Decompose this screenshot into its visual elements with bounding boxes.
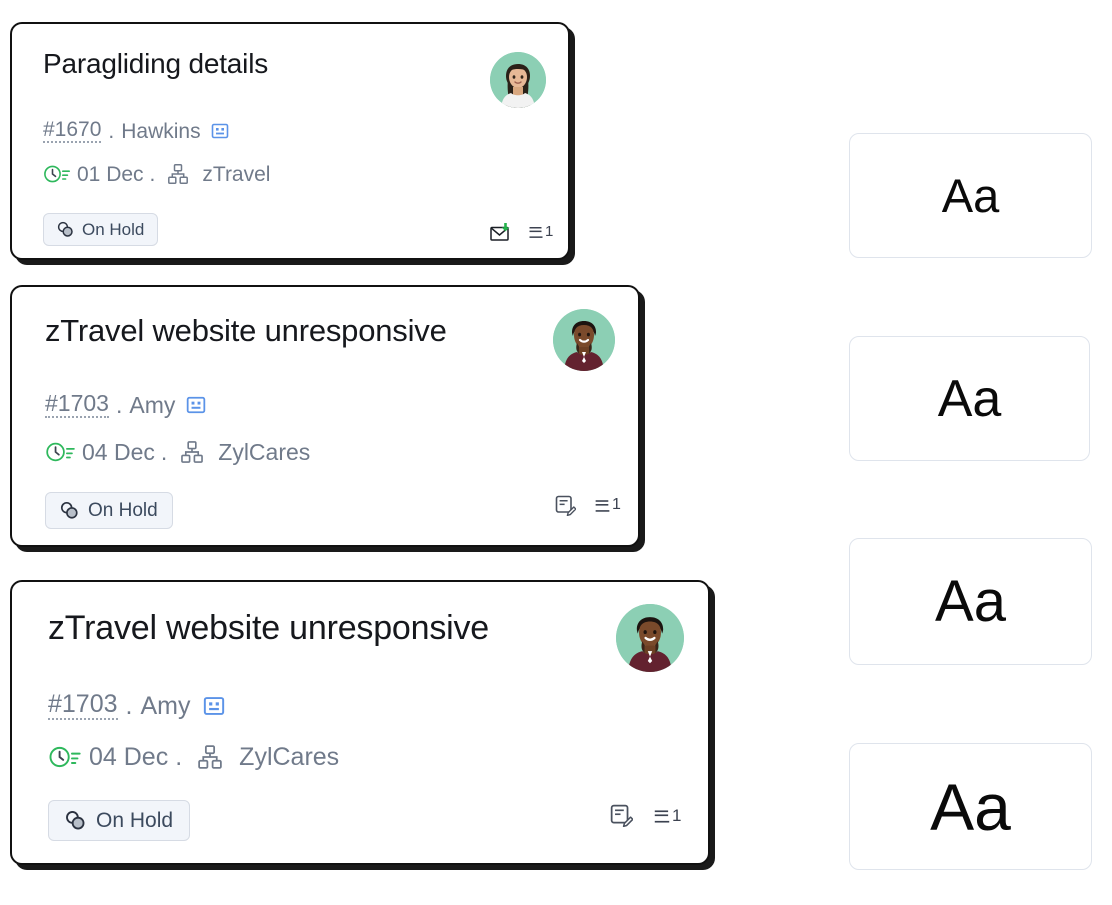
due-separator: . (149, 162, 156, 186)
ticket-schedule-row: 01 Dec . zTravel (43, 163, 270, 185)
requester-name[interactable]: Amy (140, 693, 190, 719)
ticket-card-body: zTravel website unresponsive #1703 . Amy… (12, 582, 708, 863)
org-chart-icon (180, 440, 204, 464)
ticket-id[interactable]: #1703 (45, 392, 109, 418)
female-agent-avatar (490, 52, 546, 108)
separator: . (115, 391, 123, 418)
org-chart-icon (167, 163, 189, 185)
contact-face-icon[interactable] (186, 395, 206, 415)
thread-count[interactable]: 1 (654, 806, 681, 826)
font-size-option-medium[interactable]: Aa (849, 336, 1090, 461)
clock-due-icon (45, 441, 76, 463)
on-hold-icon (57, 221, 74, 238)
due-date[interactable]: 04 Dec (82, 440, 155, 464)
due-date[interactable]: 04 Dec (89, 744, 168, 770)
card-footer-icons: 1 (490, 222, 553, 242)
status-label: On Hold (96, 808, 174, 832)
ticket-card[interactable]: zTravel website unresponsive #1703 . Amy… (10, 285, 640, 547)
ticket-title[interactable]: zTravel website unresponsive (45, 313, 447, 349)
font-size-preview-screen: Paragliding details #1670 . Hawkins 01 D… (0, 0, 1112, 905)
status-label: On Hold (88, 499, 158, 521)
ticket-identity-row: #1703 . Amy (45, 392, 206, 418)
font-size-sample: Aa (935, 568, 1006, 634)
status-badge[interactable]: On Hold (43, 213, 159, 246)
thread-count[interactable]: 1 (595, 496, 621, 515)
thread-lines-icon (529, 227, 543, 238)
avatar[interactable] (616, 604, 684, 672)
due-separator: . (160, 438, 168, 465)
font-size-sample: Aa (930, 769, 1011, 844)
status-label: On Hold (82, 219, 145, 239)
ticket-identity-row: #1670 . Hawkins (43, 119, 229, 143)
font-size-sample: Aa (941, 169, 1000, 222)
separator: . (108, 119, 115, 143)
ticket-card-body: zTravel website unresponsive #1703 . Amy… (12, 287, 638, 545)
on-hold-icon (65, 810, 86, 831)
card-footer-icons: 1 (610, 804, 681, 827)
font-size-option-large[interactable]: Aa (849, 538, 1092, 665)
requester-name[interactable]: Amy (129, 393, 175, 417)
note-edit-icon[interactable] (610, 804, 633, 827)
ticket-title[interactable]: Paragliding details (43, 48, 268, 80)
thread-count-value: 1 (672, 805, 682, 825)
male-agent-avatar (553, 309, 615, 371)
ticket-schedule-row: 04 Dec . ZylCares (45, 440, 310, 464)
ticket-card[interactable]: zTravel website unresponsive #1703 . Amy… (10, 580, 710, 865)
clock-due-icon (48, 745, 82, 769)
due-date[interactable]: 01 Dec (77, 164, 144, 185)
department-name[interactable]: ZylCares (239, 744, 339, 770)
note-edit-icon[interactable] (555, 495, 576, 516)
card-footer-icons: 1 (555, 495, 621, 516)
thread-count[interactable]: 1 (529, 223, 553, 241)
clock-due-icon (43, 164, 71, 184)
thread-lines-icon (595, 500, 610, 512)
avatar[interactable] (490, 52, 546, 108)
status-badge[interactable]: On Hold (45, 492, 173, 529)
ticket-id[interactable]: #1670 (43, 119, 102, 143)
contact-face-icon[interactable] (203, 695, 225, 717)
ticket-schedule-row: 04 Dec . ZylCares (48, 744, 339, 770)
org-chart-icon (197, 744, 223, 770)
font-size-option-small[interactable]: Aa (849, 133, 1092, 258)
avatar[interactable] (553, 309, 615, 371)
thread-lines-icon (654, 809, 670, 823)
department-name[interactable]: zTravel (202, 164, 270, 185)
requester-name[interactable]: Hawkins (121, 121, 200, 142)
on-hold-icon (60, 501, 79, 520)
separator: . (125, 691, 133, 720)
due-separator: . (175, 742, 183, 771)
ticket-card[interactable]: Paragliding details #1670 . Hawkins 01 D… (10, 22, 570, 260)
ticket-id[interactable]: #1703 (48, 692, 118, 720)
font-size-option-extra-large[interactable]: Aa (849, 743, 1092, 870)
thread-count-value: 1 (612, 496, 621, 513)
incoming-mail-icon[interactable] (490, 222, 512, 242)
ticket-identity-row: #1703 . Amy (48, 692, 225, 720)
thread-count-value: 1 (545, 223, 554, 240)
department-name[interactable]: ZylCares (218, 440, 310, 464)
ticket-card-body: Paragliding details #1670 . Hawkins 01 D… (12, 24, 568, 258)
ticket-title[interactable]: zTravel website unresponsive (48, 609, 489, 648)
male-agent-avatar (616, 604, 684, 672)
status-badge[interactable]: On Hold (48, 800, 191, 841)
contact-face-icon[interactable] (211, 122, 229, 140)
font-size-sample: Aa (937, 369, 1002, 428)
